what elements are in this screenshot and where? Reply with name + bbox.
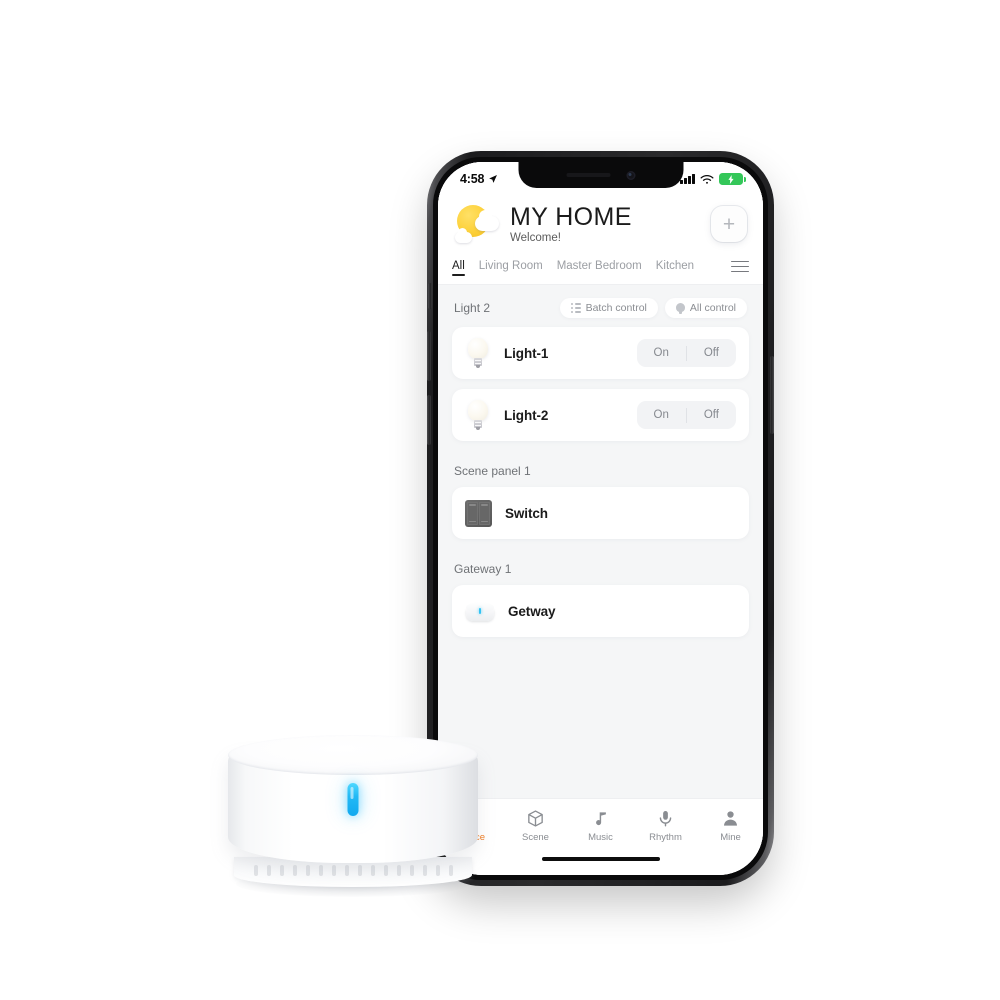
power-button[interactable] [770, 356, 774, 434]
volume-up-button[interactable] [427, 331, 431, 381]
batch-control-label: Batch control [585, 302, 647, 314]
list-icon [571, 303, 581, 313]
tab-label: Mine [720, 832, 741, 843]
gateway-hub-icon [465, 600, 495, 622]
device-name: Switch [505, 505, 548, 521]
group-title: Light 2 [454, 301, 491, 315]
all-control-button[interactable]: All control [664, 298, 747, 318]
device-name: Getway [508, 603, 556, 619]
status-bar-left: 4:58 [460, 172, 498, 186]
cellular-signal-icon [680, 174, 695, 184]
tab-label: Scene [522, 832, 549, 843]
device-name: Light-1 [504, 345, 549, 361]
tab-rhythm[interactable]: Rhythm [633, 809, 698, 843]
volume-down-button[interactable] [427, 395, 431, 445]
microphone-icon [656, 809, 675, 828]
hub-top-surface [228, 735, 478, 775]
battery-charging-icon [719, 173, 746, 185]
wifi-icon [700, 174, 714, 184]
phone-screen: MY HOME Welcome! + All Living Room Maste… [438, 162, 763, 875]
person-icon [721, 809, 740, 828]
smart-home-hub-product [222, 735, 484, 897]
cloud-shape-small [455, 228, 472, 243]
room-tab-master-bedroom[interactable]: Master Bedroom [557, 260, 642, 275]
status-time: 4:58 [460, 172, 485, 186]
group-title: Gateway 1 [454, 562, 512, 576]
on-button[interactable]: On [637, 339, 686, 367]
product-scene: MY HOME Welcome! + All Living Room Maste… [0, 0, 1000, 1000]
room-tab-all[interactable]: All [452, 260, 465, 276]
welcome-text: Welcome! [510, 232, 561, 244]
group-title: Scene panel 1 [454, 464, 531, 478]
tab-mine[interactable]: Mine [698, 809, 763, 843]
table-row[interactable]: Switch [452, 487, 749, 539]
batch-control-button[interactable]: Batch control [559, 298, 658, 318]
earpiece-speaker [566, 173, 610, 177]
on-off-toggle: On Off [636, 339, 736, 367]
front-camera [626, 170, 635, 180]
header-title-block: MY HOME Welcome! [510, 203, 701, 245]
hub-led-indicator [347, 783, 359, 816]
off-button[interactable]: Off [687, 339, 736, 367]
group-action-row: Batch control All control [559, 298, 747, 318]
table-row[interactable]: Light-2 On Off [452, 389, 749, 441]
status-bar-right [680, 173, 746, 185]
tab-label: Music [588, 832, 613, 843]
cloud-shape-large [475, 210, 499, 231]
plus-icon: + [722, 212, 736, 236]
room-tab-kitchen[interactable]: Kitchen [656, 260, 694, 275]
group-header-scene-panel-1: Scene panel 1 [452, 451, 749, 487]
cube-icon [526, 809, 545, 828]
on-button[interactable]: On [637, 401, 686, 429]
phone-notch [518, 162, 683, 188]
group-header-gateway-1: Gateway 1 [452, 549, 749, 585]
home-indicator[interactable] [438, 855, 763, 875]
bottom-tab-bar: Device Scene [438, 798, 763, 855]
room-tab-bar: All Living Room Master Bedroom Kitchen [438, 260, 763, 285]
tab-label: Rhythm [649, 832, 682, 843]
off-button[interactable]: Off [687, 401, 736, 429]
wall-switch-icon [465, 499, 492, 527]
device-name: Light-2 [504, 407, 549, 423]
all-control-label: All control [689, 302, 736, 314]
bulb-icon [675, 302, 685, 314]
table-row[interactable]: Light-1 On Off [452, 327, 749, 379]
smart-home-app: MY HOME Welcome! + All Living Room Maste… [438, 162, 763, 875]
table-row[interactable]: Getway [452, 585, 749, 637]
hamburger-menu-icon[interactable] [731, 260, 749, 275]
light-bulb-icon [465, 400, 491, 430]
light-bulb-icon [465, 338, 491, 368]
tab-scene[interactable]: Scene [503, 809, 568, 843]
silent-switch-button[interactable] [428, 283, 432, 309]
add-device-button[interactable]: + [711, 206, 747, 242]
room-tab-living-room[interactable]: Living Room [479, 260, 543, 275]
on-off-toggle: On Off [636, 401, 736, 429]
music-note-icon [591, 809, 610, 828]
sun-behind-cloud-icon [454, 202, 500, 246]
tab-music[interactable]: Music [568, 809, 633, 843]
location-arrow-icon [489, 175, 498, 183]
group-header-light-2: Light 2 Batch control All control [452, 285, 749, 327]
device-list-scroll-area[interactable]: Light 2 Batch control All control Light-… [438, 285, 763, 798]
page-title: MY HOME [510, 203, 632, 231]
